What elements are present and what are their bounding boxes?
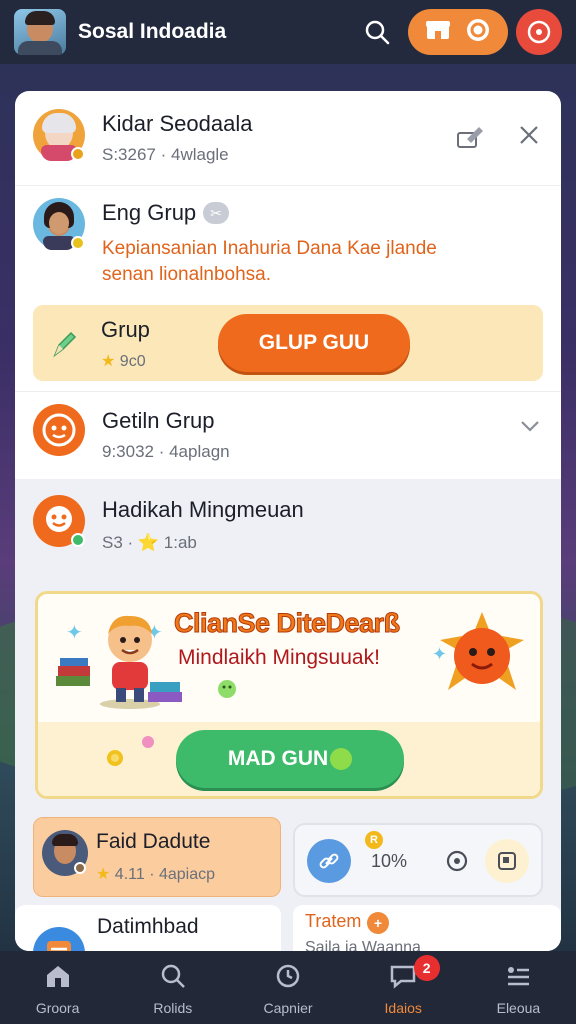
star-icon: ★ (101, 353, 116, 370)
list-item[interactable]: Eng Grup ✂ Kepiansanian Inahuria Dana Ka… (15, 186, 561, 306)
promo-banner[interactable]: ✦ ✦ ClianSe DiteDearß Mindlaikh Mingsuua… (35, 591, 543, 799)
avatar (42, 830, 88, 876)
banner-title: ClianSe DiteDearß (174, 608, 401, 639)
list-item[interactable]: Getiln Grup 9:3032 · 4aplagn (15, 392, 561, 480)
rank-badge: R (365, 831, 383, 849)
item-meta: 9:3032 · 4aplagn (102, 442, 230, 461)
user-card[interactable]: Faid Dadute ★ 4.11 · 4apiacp (33, 817, 281, 897)
avatar (33, 927, 85, 951)
nav-item-home[interactable]: Groora (0, 951, 115, 1024)
plus-icon[interactable]: + (367, 912, 389, 934)
app-title: Sosal Indoadia (78, 20, 227, 43)
join-group-button[interactable]: GLUP GUU (218, 314, 410, 372)
strip-meta: ★ 9c0 (101, 353, 146, 370)
top-bar: Sosal Indoadia (0, 0, 576, 64)
nav-label: Idaios (384, 1000, 422, 1016)
search-icon (159, 963, 187, 994)
play-button-label: MAD GUN (227, 747, 329, 770)
target-icon[interactable] (445, 849, 469, 878)
shop-icon[interactable] (425, 19, 451, 46)
group-avatar (33, 404, 85, 456)
nav-label: Capnier (263, 1000, 313, 1016)
notification-badge: 2 (413, 955, 440, 981)
home-icon (44, 963, 72, 994)
sparkle-icon: ✦ (66, 622, 83, 644)
feed-card: Kidar Seodaala S:3267 · 4wlagle Eng Grup… (15, 91, 561, 951)
books-icon (146, 678, 184, 709)
close-icon[interactable] (517, 123, 541, 152)
coin-icon (104, 746, 126, 773)
peek-subtitle: Saila ja Waanna (305, 939, 421, 951)
peek-card[interactable]: Datimhbad (15, 905, 281, 951)
nav-label: Groora (35, 1000, 80, 1016)
actions-pill (408, 9, 508, 55)
avatar (33, 109, 85, 161)
nav-label: Rolids (153, 1000, 193, 1016)
group-promo-strip: Grup ★ 9c0 GLUP GUU (33, 305, 543, 381)
nav-item-clock[interactable]: Capnier (230, 951, 345, 1024)
sparkle-icon: ✦ (432, 644, 448, 664)
menu-icon (504, 963, 532, 994)
user-name: Faid Dadute (96, 830, 211, 853)
books-icon (54, 656, 94, 695)
image-icon[interactable] (485, 839, 529, 883)
star-icon: ★ (96, 866, 111, 883)
item-name[interactable]: Hadikah Mingmeuan (102, 497, 304, 523)
item-description-2: senan lionalnbohsa. (102, 264, 272, 285)
banner-subtitle: Mindlaikh Mingsuuak! (178, 646, 380, 669)
group-tag: ✂ (203, 202, 229, 224)
progress-percent: 10% (371, 851, 408, 871)
nav-item-menu[interactable]: Eleoua (461, 951, 576, 1024)
nav-item-search[interactable]: Rolids (115, 951, 230, 1024)
strip-label: Grup (101, 317, 150, 342)
peek-title: Datimhbad (97, 915, 199, 938)
coin-icon[interactable] (465, 17, 491, 48)
link-icon[interactable] (307, 839, 351, 883)
pencil-icon (51, 329, 77, 364)
gem-icon (216, 678, 238, 705)
item-meta: S:3267 · 4wlagle (102, 145, 229, 164)
item-description: Kepiansanian Inahuria Dana Kae jlande (102, 238, 437, 259)
user-meta: ★ 4.11 · 4apiacp (96, 866, 216, 883)
peek-card[interactable]: Tratem + Saila ja Waanna (293, 905, 561, 951)
chevron-down-icon[interactable] (519, 418, 541, 439)
item-name: Getiln Grup (102, 408, 215, 433)
nav-item-chat[interactable]: 2 Idaios (346, 951, 461, 1024)
edit-icon[interactable] (455, 121, 485, 156)
search-icon[interactable] (360, 15, 394, 49)
list-item[interactable]: Kidar Seodaala S:3267 · 4wlagle (15, 91, 561, 185)
clock-icon (274, 963, 302, 994)
progress-card: R 10% (293, 823, 543, 897)
group-avatar (33, 495, 85, 547)
play-button[interactable]: MAD GUN (176, 730, 404, 788)
profile-avatar[interactable] (14, 9, 66, 55)
bottom-nav: Groora Rolids Capnier 2 Idaios Eleoua (0, 951, 576, 1024)
item-meta: S3 · ⭐ 1:ab (102, 533, 197, 552)
avatar (33, 198, 85, 250)
lime-icon (330, 748, 353, 770)
nav-label: Eleoua (496, 1000, 541, 1016)
item-name: Eng Grup (102, 200, 197, 225)
candy-icon (140, 734, 156, 755)
item-name: Kidar Seodaala (102, 111, 253, 136)
peek-title: Tratem (305, 911, 362, 931)
power-icon[interactable] (516, 9, 562, 55)
